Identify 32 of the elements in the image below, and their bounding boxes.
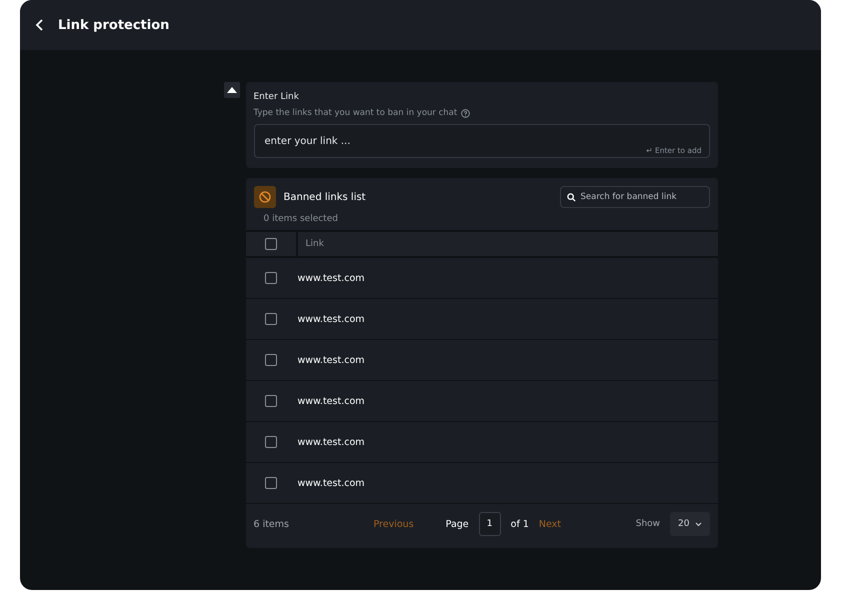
checkbox[interactable] [264, 354, 276, 366]
link-cell-text: www.test.com [296, 314, 365, 324]
hint-text: Type the links that you want to ban in your chat [254, 108, 458, 118]
list-title: Banned links list [284, 192, 367, 202]
section-title: Enter Link [254, 92, 300, 102]
checkbox[interactable] [264, 436, 276, 448]
caret-up-icon [226, 87, 236, 93]
page-total: of 1 [510, 518, 529, 530]
show-label: Show [636, 519, 660, 529]
link-cell-text: www.test.com [296, 354, 365, 366]
checkbox[interactable] [264, 395, 276, 407]
checkbox[interactable] [264, 238, 276, 250]
selection-count: 0 items selected [262, 213, 339, 226]
page-size-dropdown[interactable]: 20 [670, 512, 710, 536]
page-label: Page [446, 518, 469, 530]
page-input[interactable]: 1 [478, 512, 501, 536]
search-icon [566, 193, 576, 202]
link-cell-text: www.test.com [296, 436, 365, 448]
link-cell-text: www.test.com [296, 396, 365, 406]
checkbox[interactable] [264, 477, 276, 489]
chevron-down-icon [694, 522, 702, 526]
column-header: Link [296, 232, 718, 256]
checkbox[interactable] [264, 313, 276, 325]
collapse-button[interactable] [224, 82, 240, 98]
checkbox[interactable] [264, 272, 276, 284]
ban-icon [254, 186, 276, 208]
page-title: Link protection [58, 18, 170, 32]
link-cell-text: www.test.com [296, 272, 365, 284]
item-count: 6 items [254, 518, 290, 530]
search-field[interactable]: Search for banned link [560, 186, 710, 208]
help-icon[interactable] [461, 108, 470, 118]
link-cell-text: www.test.com [296, 478, 365, 488]
